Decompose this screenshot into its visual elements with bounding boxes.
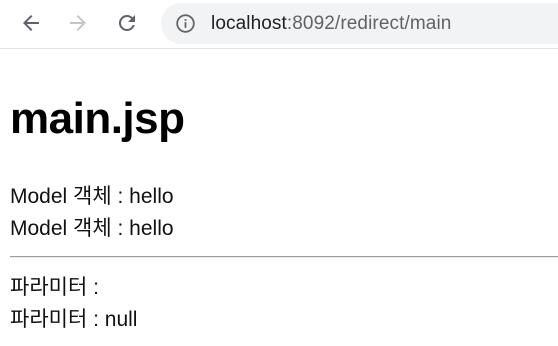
forward-button[interactable] (64, 9, 92, 37)
reload-icon (118, 14, 135, 31)
arrow-right-icon (70, 15, 86, 31)
arrow-left-icon (23, 15, 39, 31)
browser-toolbar: localhost:8092/redirect/main (0, 0, 558, 49)
param-line-2: 파라미터 : null (10, 308, 138, 331)
url-text[interactable]: localhost:8092/redirect/main (211, 13, 451, 35)
param-line-1: 파라미터 : (10, 276, 99, 299)
back-button[interactable] (17, 9, 45, 37)
page-title: main.jsp (10, 94, 185, 143)
url-path: :8092/redirect/main (286, 13, 452, 34)
info-circle-icon[interactable] (175, 13, 196, 34)
reload-button[interactable] (113, 9, 141, 37)
address-bar[interactable]: localhost:8092/redirect/main (161, 3, 558, 44)
url-host: localhost (211, 13, 287, 34)
model-line-1: Model 객체 : hello (10, 185, 174, 208)
horizontal-rule (10, 256, 558, 258)
model-line-2: Model 객체 : hello (10, 217, 174, 240)
